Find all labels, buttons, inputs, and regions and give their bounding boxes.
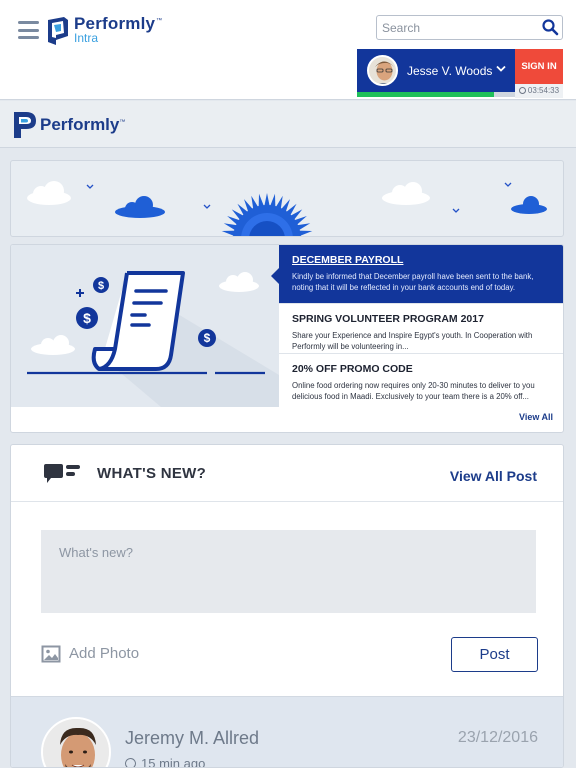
hamburger-menu-icon[interactable] <box>18 21 39 39</box>
search-input[interactable] <box>377 16 537 39</box>
performly-logo-icon <box>48 17 68 45</box>
session-progress-fill <box>357 92 495 97</box>
image-icon <box>41 645 61 663</box>
banner-illustration <box>27 181 547 236</box>
session-timer: 03:54:33 <box>515 84 563 98</box>
session-progress-bar <box>357 92 515 97</box>
whats-new-title: WHAT'S NEW? <box>97 465 207 482</box>
svg-text:$: $ <box>98 280 104 292</box>
svg-text:$: $ <box>83 310 91 326</box>
search-icon[interactable] <box>541 18 559 36</box>
performly-p-logo-icon <box>14 112 36 138</box>
hero-banner <box>10 160 564 237</box>
brand-subtitle: Intra <box>74 31 99 45</box>
feed-author-name[interactable]: Jeremy M. Allred <box>125 728 259 749</box>
svg-text:$: $ <box>204 331 211 345</box>
announcement-desc: Kindly be informed that December payroll… <box>292 272 534 292</box>
whats-new-header: WHAT'S NEW? View All Post <box>11 445 563 502</box>
announcements-panel: $ $ $ DECEMBER PAYROLL Kindly be informe… <box>10 244 564 433</box>
announcement-item-payroll[interactable]: DECEMBER PAYROLL Kindly be informed that… <box>271 245 563 304</box>
announcement-title: 20% OFF PROMO CODE <box>292 363 413 375</box>
announcement-list: DECEMBER PAYROLL Kindly be informed that… <box>271 245 563 406</box>
chat-bubbles-icon <box>44 464 80 483</box>
announcement-item-promo[interactable]: 20% OFF PROMO CODE Online food ordering … <box>279 354 563 406</box>
clock-icon <box>125 758 136 767</box>
brand-bar: Performly™ <box>0 101 576 148</box>
user-name: Jesse V. Woods <box>407 64 493 78</box>
user-avatar <box>367 55 398 86</box>
sign-in-button[interactable]: SIGN IN <box>515 49 563 84</box>
chevron-down-icon <box>496 65 506 72</box>
announcement-title: SPRING VOLUNTEER PROGRAM 2017 <box>292 313 484 325</box>
user-menu[interactable]: Jesse V. Woods <box>357 49 515 92</box>
search-box <box>376 15 563 40</box>
announcement-desc: Online food ordering now requires only 2… <box>292 381 535 401</box>
whats-new-input[interactable] <box>41 530 536 613</box>
view-all-post-link[interactable]: View All Post <box>450 468 537 484</box>
add-photo-label: Add Photo <box>69 645 140 662</box>
brand-bar-name: Performly™ <box>40 115 126 134</box>
payroll-illustration: $ $ $ <box>11 245 279 407</box>
feed-time: 15 min ago <box>125 756 205 767</box>
feed-item: Jeremy M. Allred 23/12/2016 15 min ago <box>11 696 563 767</box>
clock-icon <box>518 87 526 94</box>
feed-date: 23/12/2016 <box>457 729 538 746</box>
top-header: Performly™ Intra Jesse V. Woods SIGN IN … <box>0 0 576 100</box>
announcement-item-volunteer[interactable]: SPRING VOLUNTEER PROGRAM 2017 Share your… <box>279 304 563 354</box>
announcement-desc: Share your Experience and Inspire Egypt'… <box>292 331 533 351</box>
announcements-view-all-link[interactable]: View All <box>519 412 553 422</box>
announcement-title: DECEMBER PAYROLL <box>292 254 404 266</box>
avatar[interactable] <box>41 717 111 767</box>
post-button[interactable]: Post <box>451 637 538 672</box>
whats-new-panel: WHAT'S NEW? View All Post Add Photo Post… <box>10 444 564 768</box>
